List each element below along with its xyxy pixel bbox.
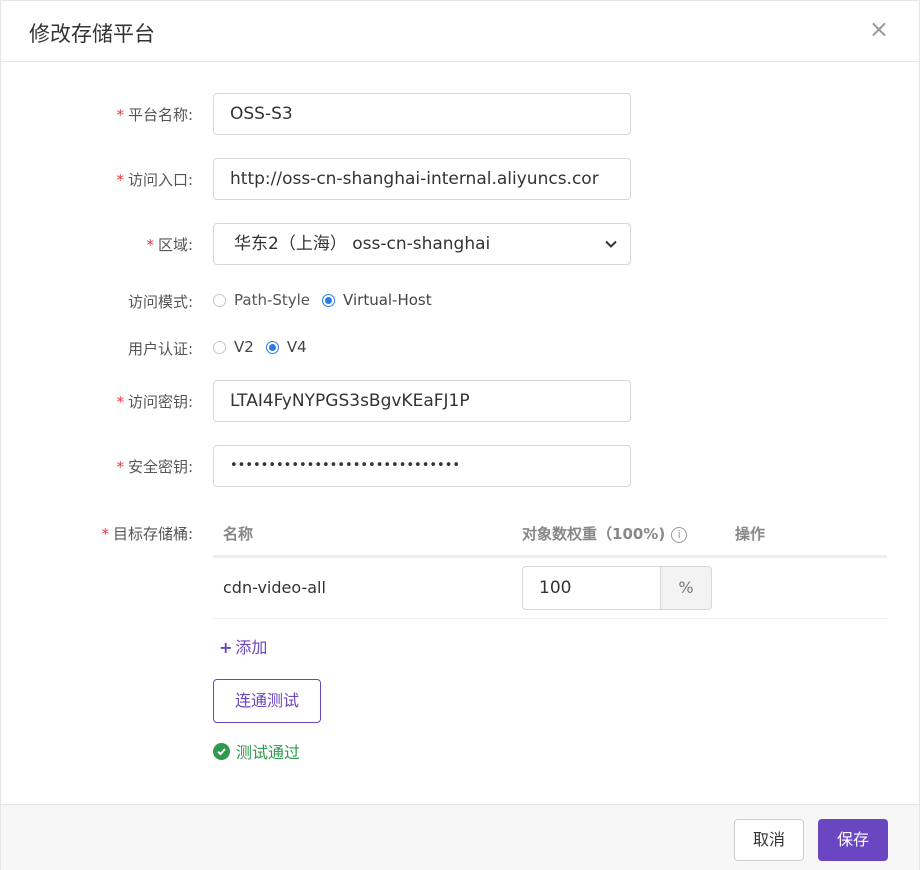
close-icon[interactable]: × [869, 17, 889, 41]
plus-icon: + [219, 638, 233, 657]
test-status-text: 测试通过 [236, 743, 301, 762]
radio-v4-label[interactable]: V4 [287, 338, 307, 356]
info-icon[interactable]: i [671, 526, 688, 543]
column-header-actions: 操作 [735, 525, 766, 543]
test-status: 测试通过 [213, 739, 300, 763]
radio-v2[interactable] [213, 340, 226, 354]
buckets-table: 名称 对象数权重（100%) i 操作 cdn-video-all 100 % [213, 511, 887, 619]
auth-label: 用户认证: [127, 340, 193, 358]
chevron-down-icon [605, 240, 617, 248]
cancel-button[interactable]: 取消 [734, 819, 804, 861]
radio-virtual-host-label[interactable]: Virtual-Host [343, 291, 432, 309]
table-row: cdn-video-all 100 % [213, 558, 887, 619]
required-mark: * [116, 171, 124, 189]
weight-input-group: 100 % [522, 566, 712, 610]
region-select-value: 华东2（上海） oss-cn-shanghai [234, 234, 491, 254]
access-mode-radio-group: Path-Style Virtual-Host [213, 291, 444, 309]
required-mark: * [101, 525, 109, 543]
weight-input[interactable]: 100 [523, 567, 660, 609]
required-mark: * [146, 236, 154, 254]
platform-name-input[interactable]: OSS-S3 [213, 93, 631, 135]
region-select[interactable]: 华东2（上海） oss-cn-shanghai [213, 223, 631, 265]
auth-radio-group: V2 V4 [213, 338, 319, 356]
access-mode-label: 访问模式: [127, 293, 193, 311]
region-label: * 区域: [146, 236, 193, 254]
save-button[interactable]: 保存 [818, 819, 888, 861]
buckets-label: * 目标存储桶: [101, 525, 193, 543]
secret-key-input[interactable]: •••••••••••••••••••••••••••••• [213, 445, 631, 487]
column-header-name: 名称 [223, 525, 254, 543]
connection-test-button[interactable]: 连通测试 [213, 679, 321, 723]
radio-v4[interactable] [265, 340, 279, 354]
access-key-label: * 访问密钥: [116, 393, 193, 411]
radio-path-style[interactable] [213, 293, 226, 307]
access-key-input[interactable]: LTAI4FyNYPGS3sBgvKEaFJ1P [213, 380, 631, 422]
table-header: 名称 对象数权重（100%) i 操作 [213, 511, 887, 558]
endpoint-label: * 访问入口: [116, 171, 193, 189]
edit-storage-dialog: 修改存储平台 × * 平台名称: OSS-S3 * 访问入口: http://oss… [0, 0, 920, 870]
required-mark: * [116, 393, 124, 411]
bucket-name: cdn-video-all [223, 578, 326, 597]
dialog-title: 修改存储平台 [29, 22, 155, 46]
required-mark: * [116, 106, 124, 124]
radio-path-style-label[interactable]: Path-Style [234, 291, 310, 309]
endpoint-input[interactable]: http://oss-cn-shanghai-internal.aliyuncs… [213, 158, 631, 200]
check-circle-icon [213, 742, 230, 760]
radio-virtual-host[interactable] [322, 293, 336, 307]
secret-key-label: * 安全密钥: [116, 458, 193, 476]
column-header-weight: 对象数权重（100%) i [522, 523, 688, 544]
required-mark: * [116, 458, 124, 476]
dialog-header: 修改存储平台 × [1, 1, 919, 62]
dialog-footer: 取消 保存 [1, 804, 919, 870]
add-bucket-link[interactable]: + 添加 [219, 634, 267, 658]
platform-name-label: * 平台名称: [116, 106, 193, 124]
weight-unit: % [660, 567, 711, 609]
radio-v2-label[interactable]: V2 [234, 338, 254, 356]
